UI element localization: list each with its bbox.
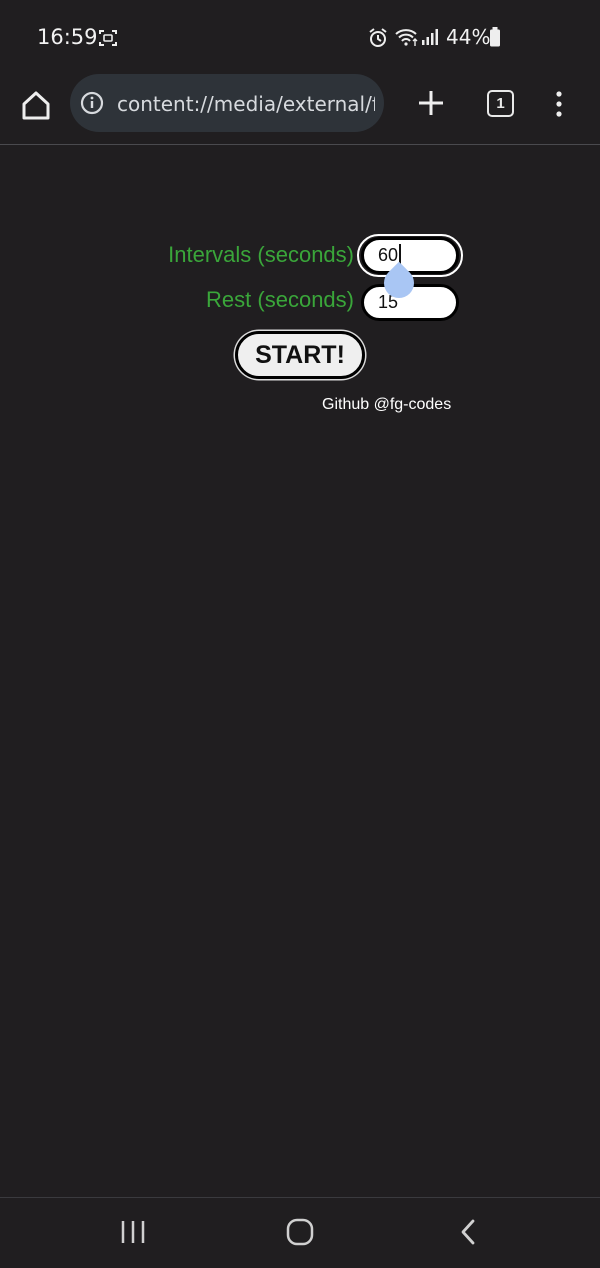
battery-icon bbox=[489, 27, 501, 52]
screenshot-icon bbox=[98, 29, 118, 52]
more-vert-icon bbox=[556, 91, 562, 117]
text-caret bbox=[399, 244, 401, 264]
recent-apps-icon bbox=[121, 1221, 145, 1243]
back-icon bbox=[461, 1219, 475, 1245]
home-nav-button[interactable] bbox=[286, 1218, 314, 1251]
more-menu-button[interactable] bbox=[550, 90, 568, 118]
new-tab-button[interactable] bbox=[416, 88, 446, 118]
toolbar-divider bbox=[0, 144, 600, 145]
rest-label: Rest (seconds) bbox=[206, 287, 354, 312]
url-text[interactable]: content://media/external/file bbox=[117, 92, 375, 116]
intervals-label: Intervals (seconds) bbox=[168, 242, 354, 267]
tab-switcher-button[interactable]: 1 bbox=[487, 90, 514, 117]
status-time: 16:59 bbox=[37, 25, 98, 49]
intervals-input[interactable]: 60 bbox=[361, 237, 459, 274]
info-icon[interactable] bbox=[80, 91, 104, 120]
intervals-value: 60 bbox=[378, 245, 399, 265]
address-bar[interactable]: content://media/external/file bbox=[70, 74, 384, 132]
home-nav-icon bbox=[286, 1218, 314, 1246]
start-button[interactable]: START! bbox=[235, 331, 365, 379]
back-button[interactable] bbox=[458, 1218, 478, 1251]
alarm-icon bbox=[368, 28, 388, 53]
signal-icon bbox=[421, 28, 439, 51]
github-link[interactable]: Github @fg-codes bbox=[322, 396, 451, 414]
wifi-icon bbox=[394, 27, 420, 52]
plus-icon bbox=[419, 91, 443, 115]
home-icon bbox=[22, 91, 50, 120]
navigation-bar bbox=[0, 1197, 600, 1268]
recent-apps-button[interactable] bbox=[120, 1218, 146, 1251]
home-button[interactable] bbox=[16, 86, 56, 126]
browser-toolbar: content://media/external/file 1 bbox=[0, 72, 600, 144]
battery-percentage: 44% bbox=[446, 25, 491, 49]
status-bar: 16:59 44% bbox=[0, 0, 600, 72]
